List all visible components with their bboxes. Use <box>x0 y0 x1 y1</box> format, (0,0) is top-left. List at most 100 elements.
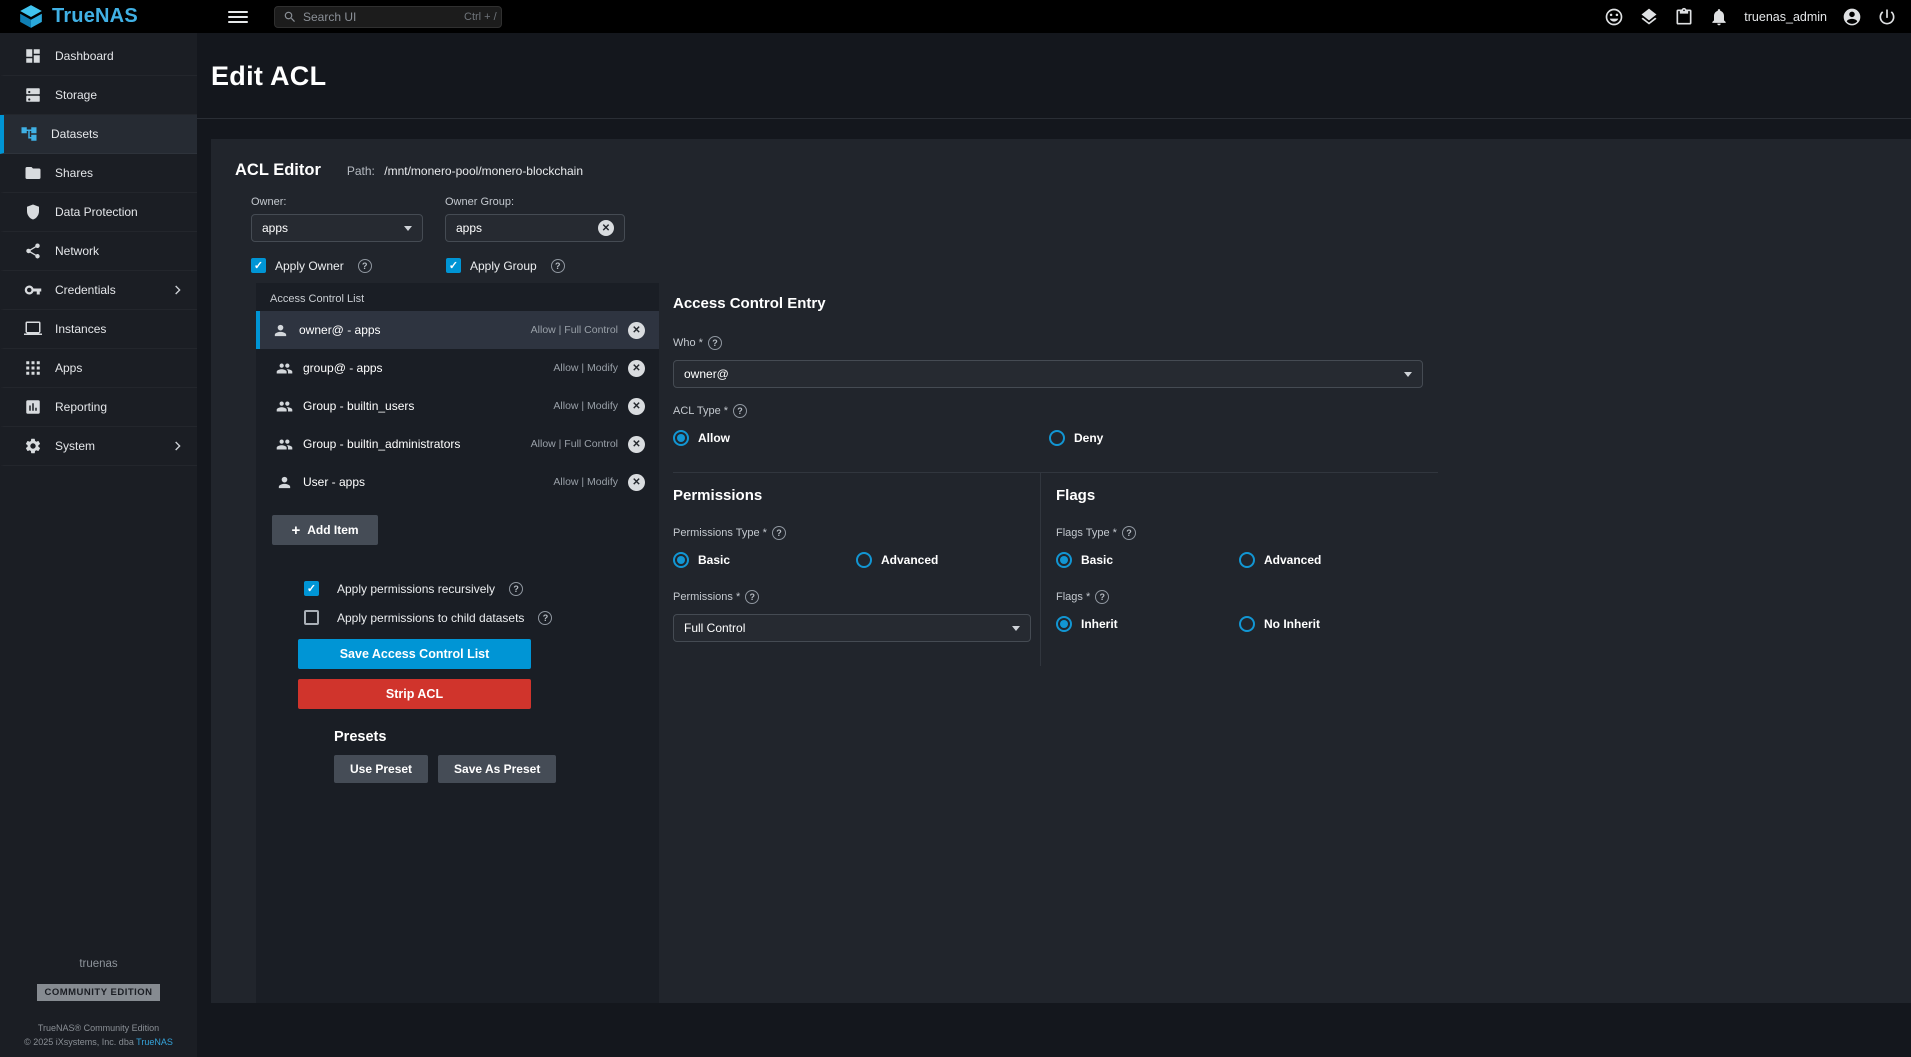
group-icon <box>276 360 293 377</box>
owner-group-input[interactable]: apps ✕ <box>445 214 625 242</box>
child-datasets-checkbox[interactable]: Apply permissions to child datasets ? <box>298 610 659 625</box>
sidebar-item-dashboard[interactable]: Dashboard <box>0 37 197 76</box>
owner-select[interactable]: apps <box>251 214 423 242</box>
sidebar-item-label: Shares <box>55 166 93 180</box>
remove-entry-icon[interactable]: ✕ <box>628 436 645 453</box>
help-icon[interactable]: ? <box>1122 526 1136 540</box>
presets-title: Presets <box>334 729 659 745</box>
search-input[interactable] <box>303 10 458 24</box>
flags-basic-radio[interactable]: Basic <box>1056 552 1239 568</box>
user-account-icon[interactable] <box>1842 7 1862 27</box>
ace-title: Access Control Entry <box>673 295 1911 312</box>
acl-entry-row[interactable]: User - apps Allow | Modify ✕ <box>256 463 659 501</box>
remove-entry-icon[interactable]: ✕ <box>628 322 645 339</box>
checkbox-checked-icon: ✓ <box>251 258 266 273</box>
radio-unselected-icon <box>1239 552 1255 568</box>
help-icon[interactable]: ? <box>772 526 786 540</box>
jobs-layers-icon[interactable] <box>1639 7 1659 27</box>
acl-editor-card: ACL Editor Path: /mnt/monero-pool/monero… <box>211 139 1911 1003</box>
allow-radio[interactable]: Allow <box>673 430 1049 446</box>
remove-entry-icon[interactable]: ✕ <box>628 474 645 491</box>
flags-advanced-radio[interactable]: Advanced <box>1239 552 1422 568</box>
advanced-label: Advanced <box>1264 553 1321 567</box>
permissions-type-radio-group: Basic Advanced <box>673 552 1040 568</box>
sidebar-item-network[interactable]: Network <box>0 232 197 271</box>
acl-type-radio-group: Allow Deny <box>673 430 1911 446</box>
sidebar: Dashboard Storage Datasets Shares Data P… <box>0 33 197 1057</box>
who-select[interactable]: owner@ <box>673 360 1423 388</box>
use-preset-button[interactable]: Use Preset <box>334 755 428 783</box>
sidebar-item-apps[interactable]: Apps <box>0 349 197 388</box>
sidebar-item-data-protection[interactable]: Data Protection <box>0 193 197 232</box>
basic-label: Basic <box>1081 553 1113 567</box>
acl-editor-header: ACL Editor Path: /mnt/monero-pool/monero… <box>211 139 1911 273</box>
sidebar-item-instances[interactable]: Instances <box>0 310 197 349</box>
acl-editor-title: ACL Editor <box>235 161 321 180</box>
acl-list-title: Access Control List <box>256 283 659 311</box>
network-share-icon <box>24 242 42 260</box>
recursive-checkbox[interactable]: ✓ Apply permissions recursively ? <box>298 581 659 596</box>
copyright-line: © 2025 iXsystems, Inc. dba TrueNAS <box>0 1037 197 1047</box>
brand-name: TrueNAS <box>52 5 138 28</box>
permissions-type-label: Permissions Type * ? <box>673 526 1040 540</box>
search-shortcut: Ctrl + / <box>464 11 497 23</box>
radio-selected-icon <box>673 430 689 446</box>
save-as-preset-button[interactable]: Save As Preset <box>438 755 556 783</box>
hostname-label: truenas <box>0 958 197 970</box>
acl-entry-row[interactable]: group@ - apps Allow | Modify ✕ <box>256 349 659 387</box>
apply-owner-checkbox[interactable]: ✓ Apply Owner ? <box>251 258 446 273</box>
power-icon[interactable] <box>1877 7 1897 27</box>
group-icon <box>276 398 293 415</box>
help-icon[interactable]: ? <box>745 590 759 604</box>
permissions-basic-radio[interactable]: Basic <box>673 552 856 568</box>
help-icon[interactable]: ? <box>551 259 565 273</box>
help-icon[interactable]: ? <box>538 611 552 625</box>
chevron-right-icon <box>169 438 185 454</box>
permissions-advanced-radio[interactable]: Advanced <box>856 552 1039 568</box>
help-icon[interactable]: ? <box>358 259 372 273</box>
help-icon[interactable]: ? <box>509 582 523 596</box>
sidebar-item-label: Network <box>55 244 99 258</box>
acl-entry-row[interactable]: Group - builtin_users Allow | Modify ✕ <box>256 387 659 425</box>
truenas-logo[interactable]: TrueNAS <box>0 5 228 29</box>
title-divider <box>197 118 1911 119</box>
add-item-button[interactable]: + Add Item <box>272 515 378 545</box>
clipboard-icon[interactable] <box>1674 7 1694 27</box>
sidebar-item-reporting[interactable]: Reporting <box>0 388 197 427</box>
clear-owner-group-icon[interactable]: ✕ <box>598 220 614 236</box>
alerts-bell-icon[interactable] <box>1709 7 1729 27</box>
apps-grid-icon <box>24 359 42 377</box>
acl-entry-row[interactable]: Group - builtin_administrators Allow | F… <box>256 425 659 463</box>
sidebar-item-shares[interactable]: Shares <box>0 154 197 193</box>
sidebar-item-system[interactable]: System <box>0 427 197 466</box>
recursive-label: Apply permissions recursively <box>337 582 495 596</box>
inherit-radio[interactable]: Inherit <box>1056 616 1239 632</box>
sidebar-item-storage[interactable]: Storage <box>0 76 197 115</box>
menu-icon[interactable] <box>228 11 248 23</box>
save-acl-button[interactable]: Save Access Control List <box>298 639 531 669</box>
chart-icon <box>24 398 42 416</box>
help-icon[interactable]: ? <box>708 336 722 350</box>
acl-entry-row[interactable]: owner@ - apps Allow | Full Control ✕ <box>256 311 659 349</box>
sidebar-item-datasets[interactable]: Datasets <box>0 115 197 154</box>
acl-entry-permission: Allow | Modify <box>553 476 618 488</box>
permissions-flags-section: Permissions Permissions Type * ? Basic <box>673 472 1438 666</box>
permissions-section: Permissions Permissions Type * ? Basic <box>673 473 1041 666</box>
checkbox-checked-icon: ✓ <box>446 258 461 273</box>
help-icon[interactable]: ? <box>1095 590 1109 604</box>
strip-acl-button[interactable]: Strip ACL <box>298 679 531 709</box>
permissions-title: Permissions <box>673 487 1040 504</box>
help-icon[interactable]: ? <box>733 404 747 418</box>
permissions-select[interactable]: Full Control <box>673 614 1031 642</box>
truenas-link[interactable]: TrueNAS <box>136 1037 173 1047</box>
remove-entry-icon[interactable]: ✕ <box>628 360 645 377</box>
feedback-smiley-icon[interactable] <box>1604 7 1624 27</box>
deny-radio[interactable]: Deny <box>1049 430 1425 446</box>
apply-group-checkbox[interactable]: ✓ Apply Group ? <box>446 258 1887 273</box>
apply-group-label: Apply Group <box>470 259 537 273</box>
chevron-down-icon <box>1012 626 1020 631</box>
remove-entry-icon[interactable]: ✕ <box>628 398 645 415</box>
no-inherit-radio[interactable]: No Inherit <box>1239 616 1422 632</box>
sidebar-item-credentials[interactable]: Credentials <box>0 271 197 310</box>
topbar: TrueNAS Ctrl + / truenas_admin <box>0 0 1911 33</box>
